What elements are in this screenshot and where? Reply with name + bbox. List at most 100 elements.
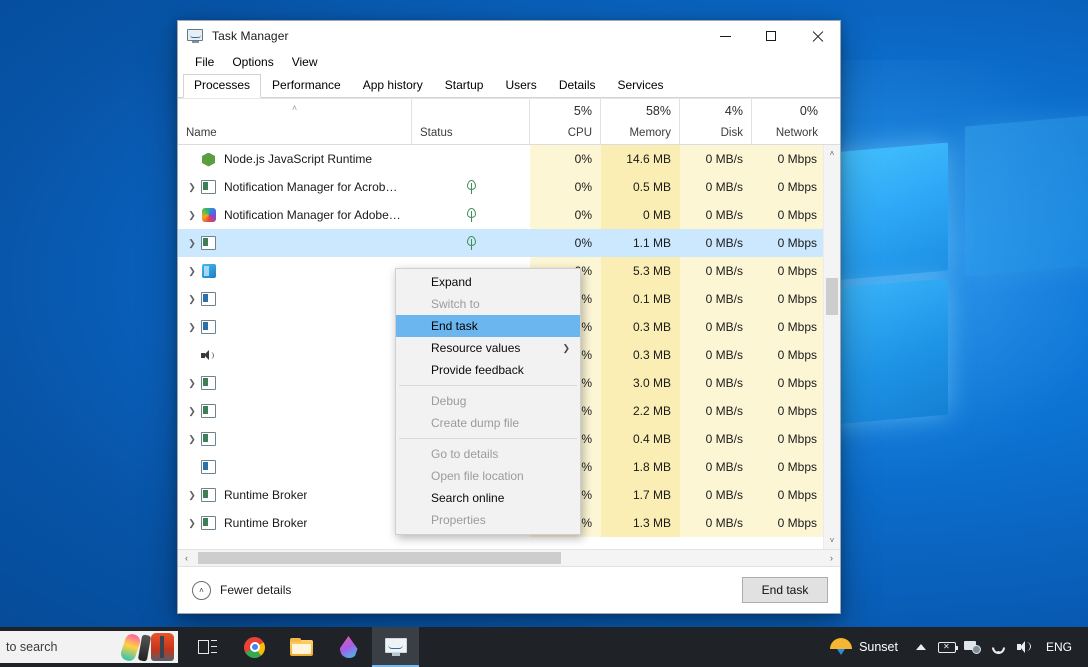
cell-name: ❯ xyxy=(178,341,412,369)
column-header-status[interactable]: Status xyxy=(412,99,530,144)
context-menu-item-label: Switch to xyxy=(431,297,480,311)
task-manager-window: Task Manager File Options View Processes… xyxy=(177,20,841,614)
close-icon xyxy=(812,31,823,42)
expand-chevron-icon[interactable]: ❯ xyxy=(184,182,200,192)
process-name: Node.js JavaScript Runtime xyxy=(224,152,373,166)
tab-details[interactable]: Details xyxy=(548,74,607,98)
wifi-icon xyxy=(990,640,1008,654)
nodejs-icon xyxy=(200,152,217,167)
close-button[interactable] xyxy=(794,21,840,51)
tab-startup[interactable]: Startup xyxy=(434,74,495,98)
menu-options[interactable]: Options xyxy=(223,53,282,71)
expand-chevron-icon[interactable]: ❯ xyxy=(184,238,200,248)
tab-services[interactable]: Services xyxy=(607,74,675,98)
tab-performance[interactable]: Performance xyxy=(261,74,352,98)
window-icon xyxy=(200,516,217,531)
cell-name: ❯ Notification Manager for Adobe… xyxy=(178,201,412,229)
process-name: Notification Manager for Adobe… xyxy=(224,208,401,222)
cell-name: ❯Node.js JavaScript Runtime xyxy=(178,145,412,173)
cell-memory: 0.4 MB xyxy=(601,425,680,453)
end-task-button[interactable]: End task xyxy=(742,577,828,603)
sort-ascending-icon: ˄ xyxy=(291,103,298,113)
column-header-memory[interactable]: 58% Memory xyxy=(601,99,680,144)
fewer-details-button[interactable]: ˄ Fewer details xyxy=(192,580,291,600)
expand-chevron-icon[interactable]: ❯ xyxy=(184,378,200,388)
column-header-name[interactable]: ˄ Name xyxy=(178,99,412,144)
column-header-disk[interactable]: 4% Disk xyxy=(680,99,752,144)
title-bar[interactable]: Task Manager xyxy=(178,21,840,51)
scroll-right-arrow-icon[interactable]: › xyxy=(823,553,840,563)
horizontal-scroll-thumb[interactable] xyxy=(198,552,561,564)
horizontal-scrollbar[interactable]: ‹ › xyxy=(178,549,840,566)
taskmanager-icon xyxy=(187,28,204,44)
window-blue-icon xyxy=(200,320,217,335)
network-icon xyxy=(964,640,982,654)
cell-name: ❯ xyxy=(178,229,412,257)
taskbar-button-file-explorer[interactable] xyxy=(278,627,325,667)
battery-icon: ✕ xyxy=(937,641,959,653)
table-row[interactable]: ❯ 0% 1.1 MB 0 MB/s 0 Mbps xyxy=(178,229,840,257)
wifi-button[interactable] xyxy=(986,627,1012,667)
window-icon xyxy=(200,376,217,391)
minimize-button[interactable] xyxy=(702,21,748,51)
tab-users[interactable]: Users xyxy=(494,74,547,98)
table-row[interactable]: ❯Node.js JavaScript Runtime 0%14.6 MB0 MB… xyxy=(178,145,840,173)
cell-disk: 0 MB/s xyxy=(680,257,752,285)
context-menu-item-search-online[interactable]: Search online xyxy=(396,487,580,509)
taskbar-button-chrome[interactable] xyxy=(231,627,278,667)
expand-chevron-icon[interactable]: ❯ xyxy=(184,266,200,276)
vertical-scroll-thumb[interactable] xyxy=(826,278,838,315)
cell-memory: 0 MB xyxy=(601,201,680,229)
expand-chevron-icon[interactable]: ❯ xyxy=(184,518,200,528)
expand-chevron-icon[interactable]: ❯ xyxy=(184,210,200,220)
window-blue-icon xyxy=(200,292,217,307)
menu-view[interactable]: View xyxy=(283,53,327,71)
menu-file[interactable]: File xyxy=(186,53,223,71)
context-menu-item-expand[interactable]: Expand xyxy=(396,271,580,293)
cell-name: ❯ xyxy=(178,257,412,285)
expand-chevron-icon[interactable]: ❯ xyxy=(184,490,200,500)
search-input[interactable]: to search xyxy=(0,631,178,663)
scroll-up-arrow-icon[interactable]: ˄ xyxy=(824,145,840,162)
scroll-down-arrow-icon[interactable]: ˅ xyxy=(824,532,840,549)
show-hidden-icons-button[interactable] xyxy=(908,627,934,667)
table-row[interactable]: ❯ Notification Manager for Adobe… 0% 0 MB 0 … xyxy=(178,201,840,229)
column-header-cpu[interactable]: 5% CPU xyxy=(530,99,601,144)
taskbar-button-task-view[interactable] xyxy=(184,627,231,667)
cell-network: 0 Mbps xyxy=(752,369,826,397)
maximize-button[interactable] xyxy=(748,21,794,51)
context-menu-item-resource-values[interactable]: Resource values ❯ xyxy=(396,337,580,359)
expand-chevron-icon[interactable]: ❯ xyxy=(184,406,200,416)
window-icon xyxy=(200,488,217,503)
volume-button[interactable] xyxy=(1012,627,1038,667)
context-menu-item-properties: Properties xyxy=(396,509,580,531)
vertical-scrollbar[interactable]: ˄ ˅ xyxy=(823,145,840,549)
minimize-icon xyxy=(719,35,731,37)
tab-app-history[interactable]: App history xyxy=(352,74,434,98)
column-header-network[interactable]: 0% Network xyxy=(752,99,826,144)
cell-network: 0 Mbps xyxy=(777,236,817,250)
window-icon xyxy=(200,180,217,195)
search-placeholder: to search xyxy=(6,640,58,654)
cell-disk: 0 MB/s xyxy=(680,145,752,173)
taskbar: to search Sunset ✕ ENG xyxy=(0,627,1088,667)
table-row[interactable]: ❯ Notification Manager for Acrob… 0% 0.5 MB… xyxy=(178,173,840,201)
taskbar-button-paint-3d[interactable] xyxy=(325,627,372,667)
scroll-left-arrow-icon[interactable]: ‹ xyxy=(178,553,195,563)
cell-network: 0 Mbps xyxy=(752,481,826,509)
cell-memory: 0.1 MB xyxy=(601,285,680,313)
battery-button[interactable]: ✕ xyxy=(934,627,960,667)
expand-chevron-icon[interactable]: ❯ xyxy=(184,294,200,304)
network-status-button[interactable] xyxy=(960,627,986,667)
context-menu-item-open-file-location: Open file location xyxy=(396,465,580,487)
expand-chevron-icon[interactable]: ❯ xyxy=(184,434,200,444)
paint3d-icon xyxy=(339,636,358,658)
taskbar-button-task-manager[interactable] xyxy=(372,627,419,667)
context-menu-item-end-task[interactable]: End task xyxy=(396,315,580,337)
weather-widget[interactable]: Sunset xyxy=(820,627,908,667)
expand-chevron-icon[interactable]: ❯ xyxy=(184,322,200,332)
language-indicator[interactable]: ENG xyxy=(1038,640,1080,654)
cell-memory: 14.6 MB xyxy=(601,145,680,173)
tab-processes[interactable]: Processes xyxy=(183,74,262,98)
context-menu-item-provide-feedback[interactable]: Provide feedback xyxy=(396,359,580,381)
